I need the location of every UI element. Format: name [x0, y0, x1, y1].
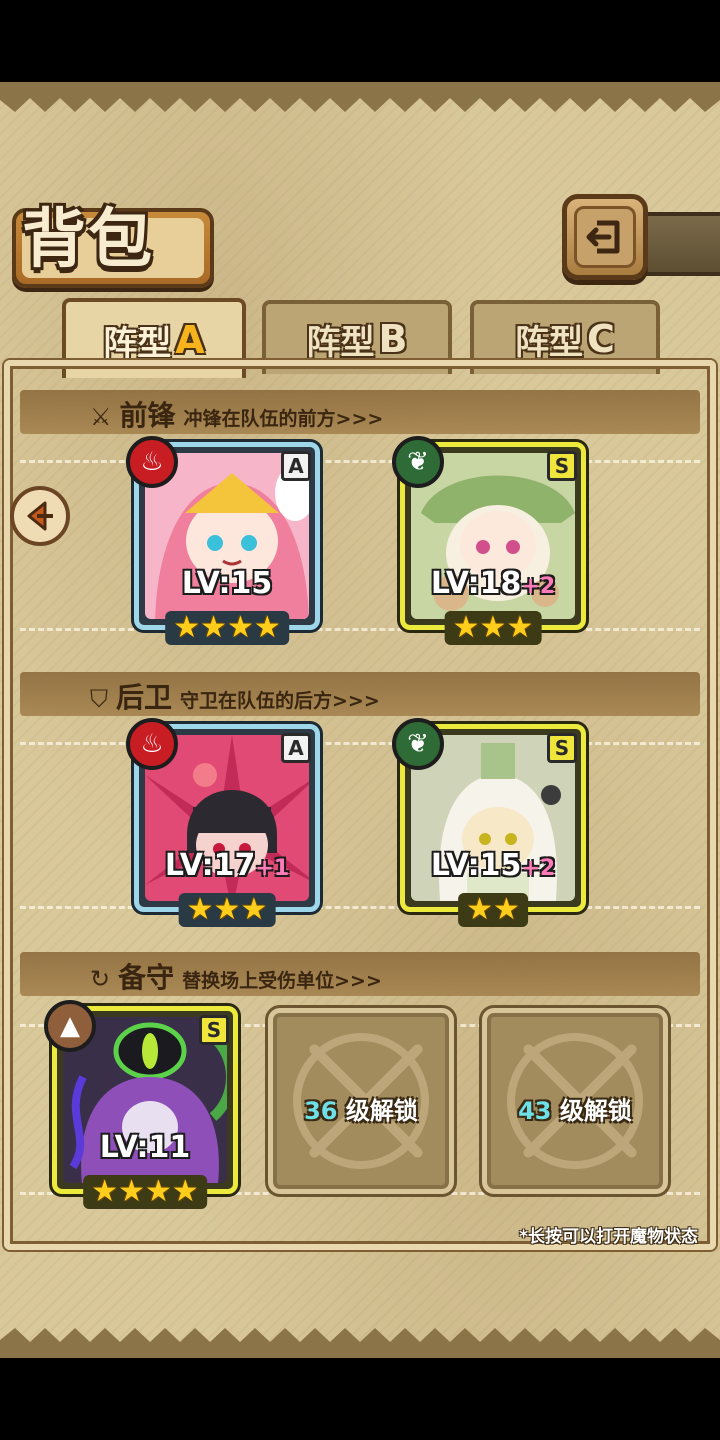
rank-badge: S [547, 451, 577, 481]
section-description: 冲锋在队伍的前方>>> [183, 408, 384, 430]
back-arrow-icon [586, 220, 620, 254]
tab-label: 阵型 [515, 322, 584, 363]
section-header-reserve: ↻ 备守 替换场上受伤单位>>> [90, 956, 382, 996]
star-icon: ★ [200, 610, 227, 645]
star-icon: ★ [91, 1174, 119, 1209]
rank-badge: S [547, 733, 577, 763]
unlock-requirement: 43 级解锁 [518, 1097, 632, 1125]
unit-level: LV:18+2 [430, 566, 556, 601]
star-icon: ★ [452, 610, 480, 645]
star-icon: ★ [186, 892, 214, 927]
star-icon: ★ [227, 610, 254, 645]
divider [20, 906, 700, 909]
tab-letter: C [587, 317, 615, 361]
back-button[interactable] [562, 194, 648, 280]
star-icon: ★ [145, 1174, 172, 1209]
leaf-element-icon: ❦ [392, 436, 444, 488]
fire-element-icon: ♨ [126, 718, 178, 770]
locked-slot-2[interactable]: 43 级解锁 [482, 1008, 668, 1194]
star-icon: ★ [171, 1174, 199, 1209]
star-icon: ★ [479, 610, 507, 645]
tab-label: 阵型 [306, 322, 375, 363]
section-title: 后卫 [116, 681, 173, 714]
long-press-hint: *长按可以打开魔物状态 [519, 1227, 698, 1247]
star-icon: ★ [253, 610, 281, 645]
leaf-element-icon: ❦ [392, 718, 444, 770]
divider [20, 628, 700, 631]
star-rating: ★ ★ [458, 893, 528, 927]
star-icon: ★ [173, 610, 201, 645]
unit-level: LV:11 [99, 1130, 191, 1165]
divider [20, 460, 700, 463]
section-header-front: ⚔ 前锋 冲锋在队伍的前方>>> [90, 394, 383, 434]
arrow-left-icon [27, 501, 53, 531]
section-title: 前锋 [119, 399, 176, 432]
fire-element-icon: ♨ [126, 436, 178, 488]
star-rating: ★ ★ ★ ★ [165, 611, 289, 645]
divider [20, 742, 700, 745]
section-header-back: ⛉ 后卫 守卫在队伍的后方>>> [90, 676, 380, 716]
torn-paper-top [0, 82, 720, 112]
rank-badge: A [281, 451, 311, 481]
rank-badge: A [281, 733, 311, 763]
shield-icon: ⛉ [90, 685, 108, 713]
page-title: 背包 [22, 202, 154, 277]
section-title: 备守 [118, 961, 175, 994]
unlock-requirement: 36 级解锁 [304, 1097, 418, 1125]
star-rating: ★ ★ ★ [444, 610, 542, 645]
star-icon: ★ [213, 892, 241, 927]
header-side-bar [640, 212, 720, 276]
star-icon: ★ [240, 892, 268, 927]
locked-slot-1[interactable]: 36 级解锁 [268, 1008, 454, 1194]
sword-icon: ⚔ [90, 403, 112, 431]
section-description: 守卫在队伍的后方>>> [180, 690, 380, 712]
prev-page-button[interactable] [10, 486, 70, 546]
star-icon: ★ [493, 892, 520, 927]
tab-label: 阵型 [103, 323, 172, 364]
tab-letter: B [378, 317, 408, 361]
star-icon: ★ [466, 892, 493, 927]
swap-icon: ↻ [90, 965, 111, 993]
unit-level: LV:15 [181, 566, 273, 601]
torn-paper-bottom [0, 1328, 720, 1358]
earth-element-icon: ▲ [44, 1000, 96, 1052]
star-icon: ★ [118, 1174, 145, 1209]
rank-badge: S [199, 1015, 229, 1045]
unit-level: LV:17+1 [164, 848, 290, 883]
tab-letter: A [175, 318, 205, 362]
star-icon: ★ [506, 610, 534, 645]
star-rating: ★ ★ ★ ★ [83, 1175, 207, 1209]
star-rating: ★ ★ ★ [178, 892, 276, 927]
section-description: 替换场上受伤单位>>> [182, 970, 382, 992]
unit-level: LV:15+2 [430, 848, 556, 883]
